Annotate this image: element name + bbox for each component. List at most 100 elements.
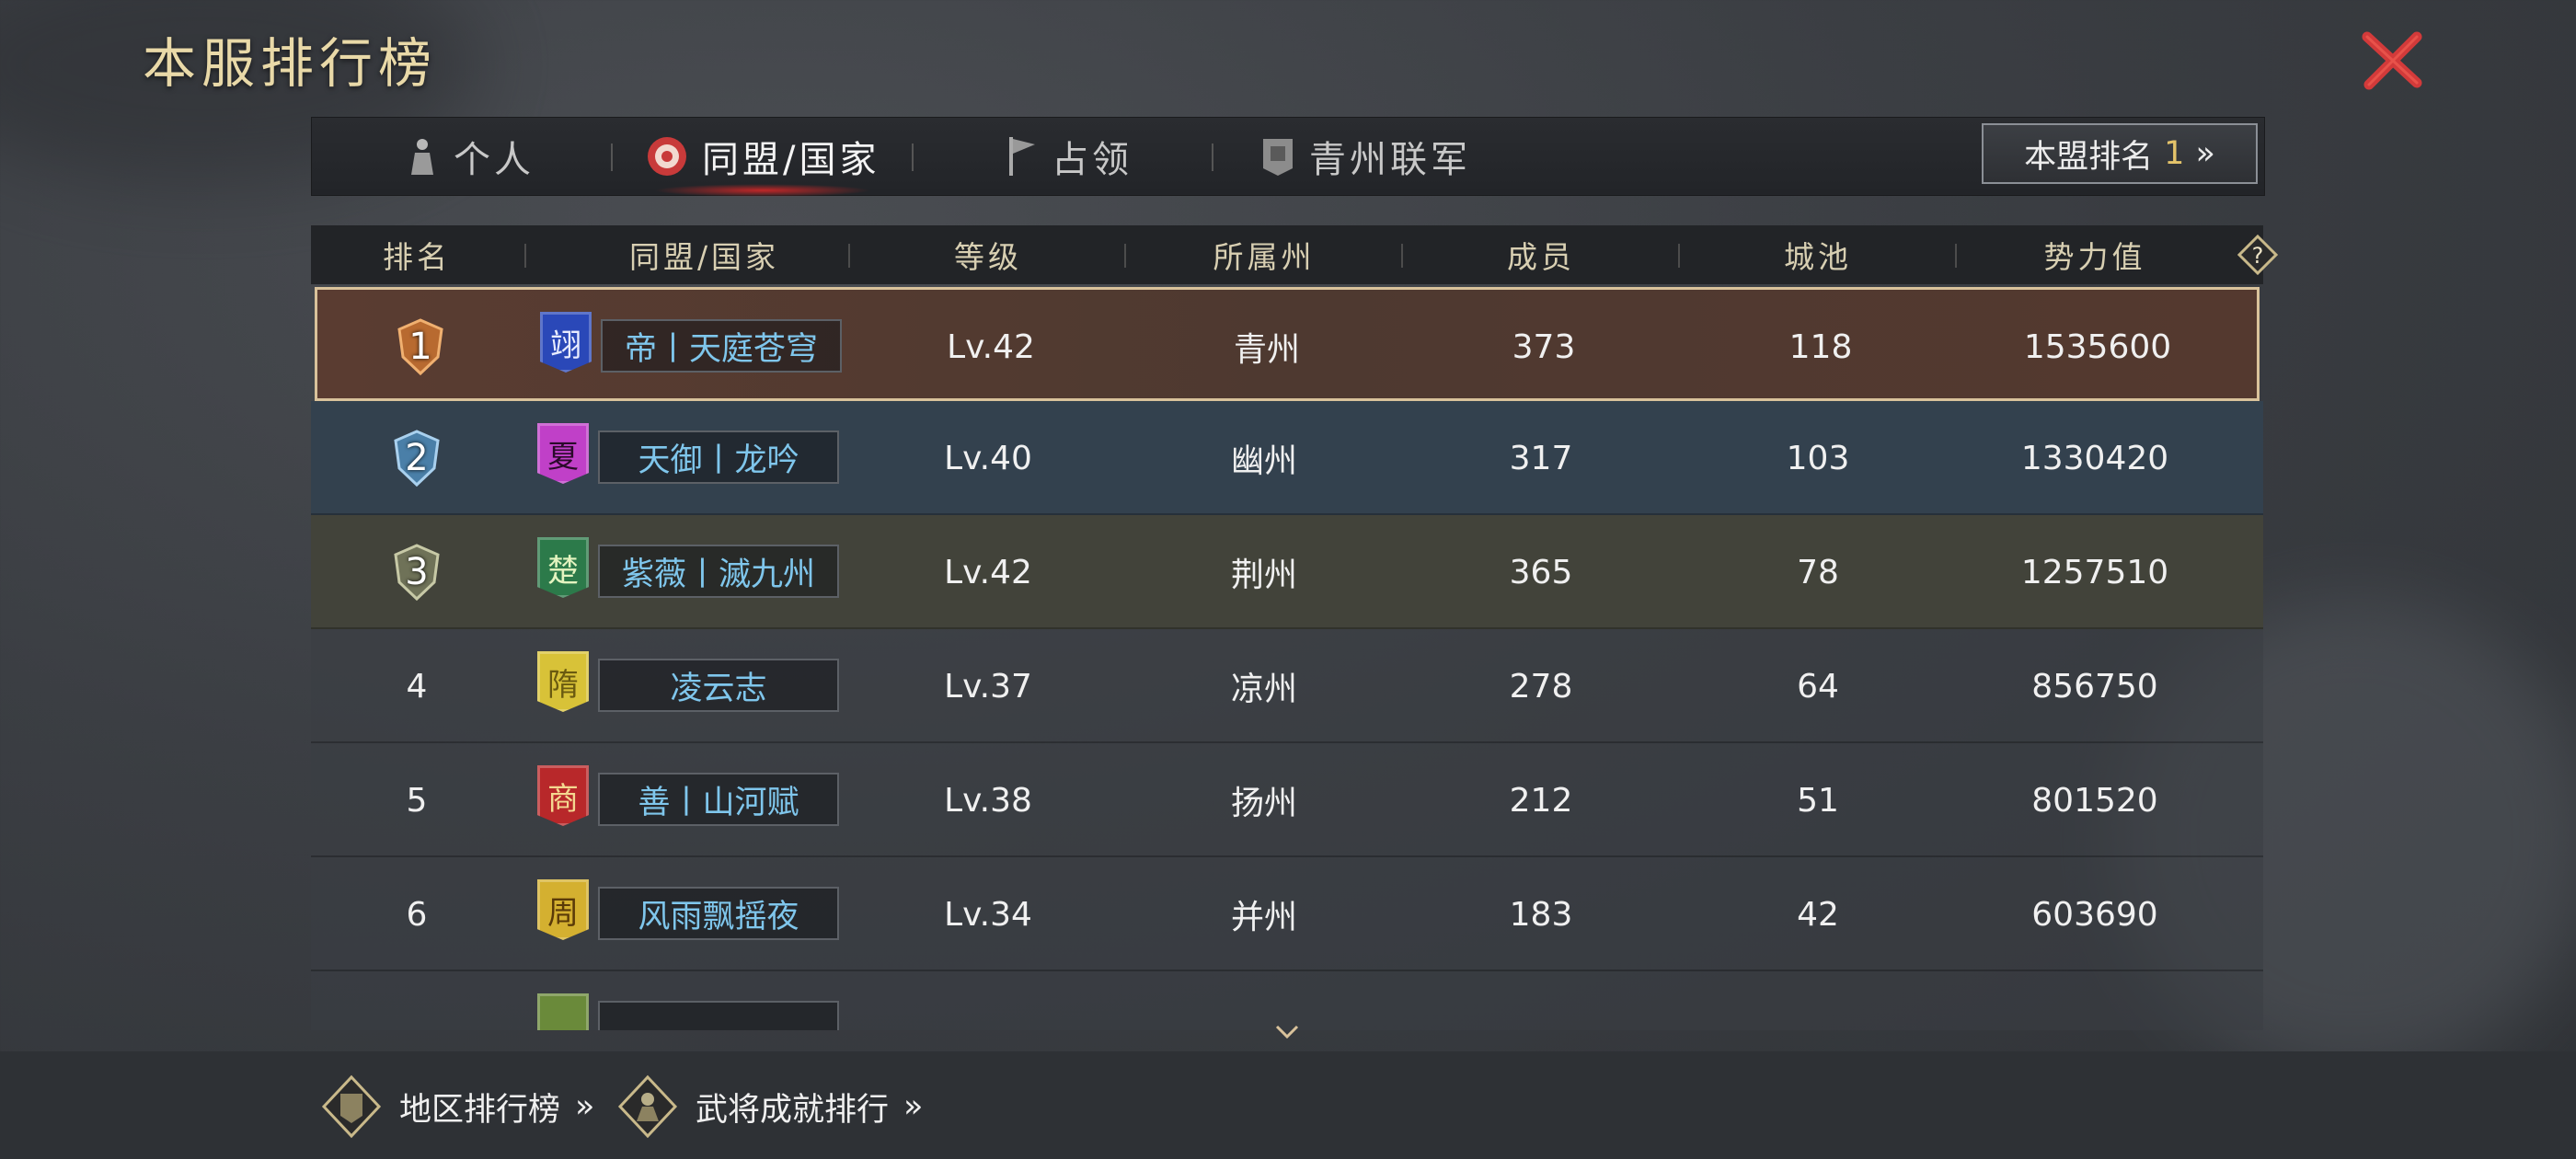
ranking-table-header: 排名 同盟/国家 等级 所属州 成员 城池 势力值: [311, 225, 2263, 284]
alliance-name-link[interactable]: 天御丨龙吟: [598, 430, 839, 484]
state-cell: 荆州: [1230, 557, 1297, 594]
power-cell: 603690: [2031, 895, 2158, 934]
level-cell: Lv.42: [944, 553, 1032, 591]
region-ranking-icon: [321, 1074, 382, 1139]
power-cell: 1257510: [2020, 553, 2169, 591]
rank-cell: 6: [406, 895, 428, 934]
cities-cell: 78: [1797, 553, 1839, 591]
cities-cell: 42: [1797, 895, 1839, 934]
tab-label: 个人: [454, 139, 535, 181]
tab-label: 占领: [1052, 139, 1133, 181]
bronze-rank-badge: 3: [385, 540, 449, 604]
alliance-flag: 商: [537, 765, 589, 826]
level-cell: Lv.38: [944, 781, 1032, 820]
person-icon: [411, 139, 433, 175]
members-cell: 278: [1509, 667, 1573, 706]
gold-rank-badge: 1: [388, 315, 453, 379]
category-tabbar: 个人 同盟/国家 占领 青州联军: [311, 117, 2265, 197]
state-cell: 扬州: [1230, 785, 1297, 822]
table-row-clipped[interactable]: [311, 971, 2263, 1030]
tab-divider: [611, 143, 613, 171]
table-row[interactable]: 4 隋 凌云志 Lv.37 凉州 278 64 856750: [311, 629, 2263, 743]
alliance-flag: 夏: [537, 423, 589, 484]
scroll-down-icon[interactable]: [1273, 1023, 1301, 1041]
state-cell: 青州: [1233, 331, 1300, 369]
state-cell: 并州: [1230, 899, 1297, 936]
tab-personal[interactable]: 个人: [404, 118, 535, 195]
column-header-state: 所属州: [1213, 239, 1316, 275]
my-rank-label: 本盟排名: [2024, 138, 2154, 176]
region-ranking-button[interactable]: 地区排行榜 »: [318, 1074, 595, 1139]
alliance-flag: 楚: [537, 537, 589, 598]
table-row[interactable]: 1 翊 帝丨天庭苍穹 Lv.42 青州 373 118 1535600: [315, 287, 2260, 401]
rank-cell: 2: [311, 401, 523, 515]
army-banner-icon: [1263, 139, 1293, 176]
close-icon[interactable]: [2360, 28, 2424, 92]
svg-text:?: ?: [2252, 243, 2264, 269]
cities-cell: 103: [1786, 439, 1850, 477]
level-cell: Lv.42: [947, 327, 1035, 366]
general-achievement-icon: [617, 1074, 678, 1139]
alliance-name-link[interactable]: 善丨山河赋: [598, 773, 839, 826]
column-header-level: 等级: [954, 239, 1022, 275]
column-header-cities: 城池: [1784, 239, 1852, 275]
column-header-power: 势力值: [2043, 239, 2146, 275]
alliance-flag: 周: [537, 879, 589, 940]
cities-cell: 64: [1797, 667, 1839, 706]
alliance-flag: [537, 993, 589, 1030]
help-icon[interactable]: ?: [2237, 235, 2278, 275]
level-cell: Lv.37: [944, 667, 1032, 706]
tab-divider: [912, 143, 914, 171]
members-cell: 212: [1509, 781, 1573, 820]
power-cell: 1330420: [2020, 439, 2169, 477]
ranking-list[interactable]: 1 翊 帝丨天庭苍穹 Lv.42 青州 373 118 1535600 2 夏 …: [311, 287, 2263, 1030]
members-cell: 183: [1509, 895, 1573, 934]
alliance-name-link[interactable]: 风雨飘摇夜: [598, 887, 839, 940]
rank-cell: 1: [317, 290, 523, 404]
alliance-name-link[interactable]: [598, 1001, 839, 1030]
bottom-bar: 地区排行榜 » 武将成就排行 »: [0, 1051, 2576, 1159]
tab-occupation[interactable]: 占领: [1004, 118, 1133, 195]
tab-alliance[interactable]: 同盟/国家: [645, 118, 880, 197]
rank-cell: 3: [311, 515, 523, 629]
rank-cell: 4: [406, 667, 428, 706]
alliance-name-link[interactable]: 凌云志: [598, 659, 839, 712]
tab-divider: [1212, 143, 1213, 171]
flag-icon: [1009, 137, 1035, 176]
level-cell: Lv.40: [944, 439, 1032, 477]
state-cell: 凉州: [1230, 671, 1297, 708]
column-divider: [524, 244, 526, 268]
footer-label: 地区排行榜: [399, 1091, 561, 1129]
column-header-alliance: 同盟/国家: [628, 239, 780, 275]
active-tab-glow: [654, 184, 871, 197]
silver-rank-badge: 2: [385, 426, 449, 490]
cities-cell: 118: [1788, 327, 1853, 366]
alliance-emblem-icon: [648, 137, 686, 176]
state-cell: 幽州: [1230, 442, 1297, 480]
column-header-rank: 排名: [383, 239, 451, 275]
alliance-name-link[interactable]: 帝丨天庭苍穹: [601, 319, 842, 373]
my-rank-value: 1: [2164, 135, 2185, 172]
table-row[interactable]: 5 商 善丨山河赋 Lv.38 扬州 212 51 801520: [311, 743, 2263, 857]
level-cell: Lv.34: [944, 895, 1032, 934]
members-cell: 317: [1509, 439, 1573, 477]
rank-cell: 5: [406, 781, 428, 820]
table-row[interactable]: 2 夏 天御丨龙吟 Lv.40 幽州 317 103 1330420: [311, 401, 2263, 515]
alliance-flag: 隋: [537, 651, 589, 712]
tab-coalition[interactable]: 青州联军: [1259, 118, 1471, 195]
alliance-name-link[interactable]: 紫薇丨滅九州: [598, 545, 839, 598]
chevron-right-icon: »: [903, 1088, 924, 1125]
chevron-right-icon: »: [2195, 135, 2215, 172]
table-row[interactable]: 6 周 风雨飘摇夜 Lv.34 并州 183 42 603690: [311, 857, 2263, 971]
general-achievement-ranking-button[interactable]: 武将成就排行 »: [615, 1074, 924, 1139]
tab-label: 同盟/国家: [702, 139, 880, 181]
cities-cell: 51: [1797, 781, 1839, 820]
my-alliance-rank-button[interactable]: 本盟排名 1 »: [1982, 123, 2258, 184]
column-header-members: 成员: [1507, 239, 1575, 275]
chevron-right-icon: »: [575, 1088, 595, 1125]
power-cell: 801520: [2031, 781, 2158, 820]
power-cell: 1535600: [2023, 327, 2172, 366]
footer-label: 武将成就排行: [696, 1091, 890, 1129]
table-row[interactable]: 3 楚 紫薇丨滅九州 Lv.42 荆州 365 78 1257510: [311, 515, 2263, 629]
members-cell: 365: [1509, 553, 1573, 591]
